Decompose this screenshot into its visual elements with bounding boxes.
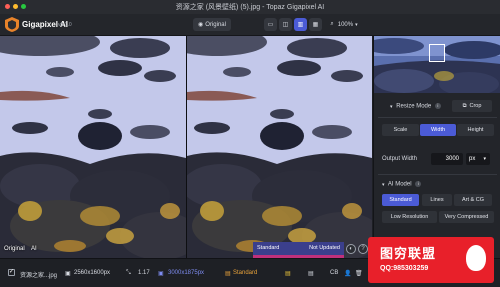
crop-label: Crop: [469, 103, 482, 109]
side-by-side-icon: ▥: [297, 22, 304, 28]
gigapixel-logo-icon: [5, 17, 19, 32]
ai-label: AI: [31, 246, 37, 252]
image-icon: ▣: [65, 271, 71, 277]
window-title: 资源之家 (风景壁纸) (5).jpg - Topaz Gigapixel AI: [175, 4, 325, 11]
model-low-resolution-button[interactable]: Low Resolution: [382, 211, 437, 223]
chevron-down-icon: ▾: [390, 103, 393, 110]
original-image: [0, 36, 186, 258]
info-icon[interactable]: i: [415, 181, 422, 187]
original-toggle-label: Original: [205, 21, 226, 28]
resize-mode-text: Resize Mode: [396, 103, 432, 110]
crop-icon: ⧉: [462, 102, 467, 109]
crop-button[interactable]: ⧉ Crop: [452, 100, 492, 112]
size-label: CB: [330, 270, 339, 276]
zoom-level: 100%: [337, 21, 354, 28]
split-view-button[interactable]: ◫: [279, 18, 292, 31]
chevron-down-icon: ▾: [483, 156, 486, 162]
ai-model-label: ▾ AI Model i: [382, 181, 422, 188]
model-icon: ▤: [225, 271, 231, 277]
watermark-overlay: 图穷联盟 QQ:985303259: [368, 237, 494, 283]
unit-select[interactable]: px ▾: [466, 153, 490, 165]
model-lines-label: Lines: [430, 197, 444, 203]
zoom-icon: ⌕: [330, 21, 334, 27]
resize-tab-height[interactable]: Height: [457, 124, 494, 136]
model-very-compressed-label: Very Compressed: [444, 214, 489, 220]
scale-value: 1.17: [138, 270, 150, 276]
unit-select-value: px: [469, 156, 476, 162]
model-very-compressed-button[interactable]: Very Compressed: [439, 211, 494, 223]
navigator-viewport-frame[interactable]: [429, 44, 445, 62]
original-label: Original: [4, 246, 25, 252]
window-titlebar: 资源之家 (风景壁纸) (5).jpg - Topaz Gigapixel AI: [0, 0, 500, 14]
scale-icon: ⤡: [126, 270, 131, 276]
ai-preview-view[interactable]: [187, 36, 372, 258]
denoise-icon: ▤: [308, 271, 314, 277]
model-art-cg-button[interactable]: Art & CG: [454, 194, 492, 206]
resize-tab-scale[interactable]: Scale: [382, 124, 419, 136]
ai-model-text: AI Model: [387, 181, 412, 188]
grid-view-icon: ▦: [312, 22, 319, 28]
flame-logo-icon: [466, 245, 486, 271]
toolbar: Gigapixel AI v6.1.0 ◉ Original ▭ ◫ ▥ ▦ ⌕…: [0, 14, 500, 36]
preview-status-state: Not Updated: [309, 245, 340, 251]
chevron-down-icon: ▾: [355, 21, 358, 28]
original-image-view[interactable]: [0, 36, 186, 258]
resize-tab-width-label: Width: [430, 127, 446, 133]
info-icon[interactable]: i: [434, 103, 441, 109]
single-view-button[interactable]: ▭: [264, 18, 277, 31]
preview-mini-controls: ◐ ?: [346, 244, 368, 254]
output-size: 3000x1875px: [168, 270, 205, 276]
preview-status-mode: Standard: [257, 245, 280, 251]
model-art-cg-label: Art & CG: [461, 197, 484, 203]
trash-icon[interactable]: 🗑: [355, 270, 363, 277]
preview-status-bar: Standard Not Updated: [253, 242, 344, 258]
select-file-checkbox[interactable]: ✓: [8, 269, 15, 276]
navigator-preview[interactable]: [374, 36, 500, 93]
original-toggle-button[interactable]: ◉ Original: [193, 18, 231, 31]
face-icon: ▤: [285, 271, 291, 277]
divider: [378, 174, 497, 175]
file-name: 资源之家...jpg: [20, 273, 58, 279]
output-icon: ▣: [158, 271, 164, 277]
chevron-down-icon: ▾: [382, 181, 385, 188]
source-size: 2560x1600px: [74, 270, 111, 276]
settings-panel: ▾ Resize Mode i ⧉ Crop Scale Width Heigh…: [373, 36, 500, 258]
side-by-side-view-button[interactable]: ▥: [294, 18, 307, 31]
single-view-icon: ▭: [267, 22, 274, 28]
help-icon[interactable]: ?: [358, 244, 368, 254]
model-lines-button[interactable]: Lines: [422, 194, 452, 206]
resize-tab-width[interactable]: Width: [420, 124, 456, 136]
zoom-control[interactable]: ⌕ 100% ▾: [326, 18, 362, 31]
app-version: v6.1.0: [58, 22, 72, 28]
resize-tab-scale-label: Scale: [393, 127, 408, 133]
eye-icon: ◉: [198, 22, 204, 28]
resize-mode-label: ▾ Resize Mode i: [390, 103, 441, 110]
user-icon[interactable]: 👤: [344, 270, 351, 277]
compare-icon[interactable]: ◐: [346, 244, 356, 254]
model-standard-button[interactable]: Standard: [382, 194, 419, 206]
split-view-icon: ◫: [282, 22, 289, 28]
output-width-label: Output Width: [382, 156, 418, 162]
divider: [378, 117, 497, 118]
grid-view-button[interactable]: ▦: [309, 18, 322, 31]
ai-preview-image: [187, 36, 372, 258]
resize-tab-height-label: Height: [467, 127, 484, 133]
model-value: Standard: [233, 270, 258, 276]
model-standard-label: Standard: [389, 197, 412, 203]
watermark-title: 图穷联盟: [380, 246, 437, 261]
output-width-input[interactable]: 3000: [431, 153, 463, 165]
watermark-qq: QQ:985303259: [380, 265, 429, 272]
model-low-resolution-label: Low Resolution: [390, 214, 429, 220]
